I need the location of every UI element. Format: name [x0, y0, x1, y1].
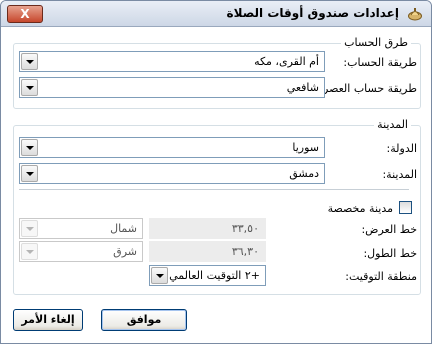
latitude-direction-dropdown: شمال: [19, 218, 143, 239]
calculation-legend: طرق الحساب: [341, 36, 411, 49]
city-value: دمشق: [289, 167, 319, 180]
chevron-down-icon[interactable]: [21, 79, 38, 96]
custom-city-label: مدينة مخصصة: [327, 202, 393, 215]
chevron-down-icon[interactable]: [21, 139, 38, 156]
asr-label: طريقة حساب العصر:: [319, 82, 417, 95]
latitude-field: ٣٣,٥٠: [149, 218, 266, 239]
longitude-direction-dropdown: شرق: [19, 241, 143, 262]
chevron-down-icon[interactable]: [151, 267, 168, 284]
title-bar[interactable]: X إعدادات صندوق أوقات الصلاة: [1, 1, 431, 27]
city-dropdown[interactable]: دمشق: [19, 163, 325, 184]
longitude-value: ٣٦,٣٠: [231, 245, 259, 258]
asr-value: شافعي: [286, 81, 319, 94]
longitude-label: خط الطول:: [363, 247, 417, 260]
settings-window: X إعدادات صندوق أوقات الصلاة طرق الحساب …: [0, 0, 432, 344]
method-value: أم القرى، مكه: [254, 55, 319, 68]
timezone-dropdown[interactable]: +٢ التوقيت العالمي: [149, 265, 266, 286]
latitude-direction-value: شمال: [110, 222, 137, 235]
window-title: إعدادات صندوق أوقات الصلاة: [226, 6, 399, 20]
city-legend: المدينة: [374, 118, 411, 131]
longitude-field: ٣٦,٣٠: [149, 241, 266, 262]
country-dropdown[interactable]: سوريا: [19, 137, 325, 158]
city-label: المدينة:: [382, 168, 417, 181]
latitude-value: ٣٣,٥٠: [231, 222, 259, 235]
close-button[interactable]: X: [7, 5, 43, 23]
asr-dropdown[interactable]: شافعي: [19, 77, 325, 98]
chevron-down-icon[interactable]: [21, 53, 38, 70]
country-value: سوريا: [292, 141, 319, 154]
custom-city-checkbox[interactable]: [399, 201, 412, 214]
timezone-value: +٢ التوقيت العالمي: [169, 269, 260, 282]
chevron-down-icon: [21, 243, 38, 260]
chevron-down-icon: [21, 220, 38, 237]
longitude-direction-value: شرق: [113, 245, 137, 258]
country-label: الدولة:: [386, 142, 417, 155]
latitude-label: خط العرض:: [361, 223, 417, 236]
ok-button[interactable]: موافق: [101, 309, 187, 331]
prayer-app-icon: [408, 8, 422, 21]
city-separator: [19, 189, 409, 190]
method-label: طريقة الحساب:: [343, 56, 417, 69]
timezone-label: منطقة التوقيت:: [345, 270, 417, 283]
cancel-button[interactable]: إلغاء الأمر: [13, 309, 83, 331]
method-dropdown[interactable]: أم القرى، مكه: [19, 51, 325, 72]
chevron-down-icon[interactable]: [21, 165, 38, 182]
